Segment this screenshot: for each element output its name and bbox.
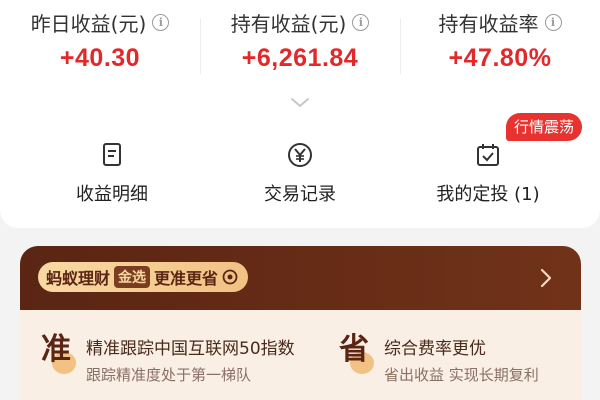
- stat-yesterday-income: 昨日收益(元) i +40.30: [0, 8, 200, 73]
- promo-brand: 蚂蚁理财: [46, 269, 111, 288]
- promo-header: 蚂蚁理财 金选 更准更省: [20, 246, 581, 310]
- stat-holding-rate: 持有收益率 i +47.80%: [400, 8, 600, 73]
- promo-tag: 金选: [114, 266, 151, 288]
- stat-label: 持有收益(元): [230, 11, 347, 36]
- precision-glyph-icon: 准: [41, 332, 71, 367]
- chevron-down-icon[interactable]: [290, 96, 310, 110]
- my-auto-invest-button[interactable]: 我的定投 (1): [388, 140, 588, 206]
- transaction-history-button[interactable]: 交易记录: [200, 140, 400, 206]
- stat-value: +6,261.84: [241, 44, 359, 72]
- feature-subtitle: 跟踪精准度处于第一梯队: [86, 366, 252, 384]
- stat-holding-income: 持有收益(元) i +6,261.84: [200, 8, 400, 73]
- promo-pill: 蚂蚁理财 金选 更准更省: [38, 262, 249, 292]
- income-detail-button[interactable]: 收益明细: [12, 140, 212, 206]
- feature-title: 综合费率更优: [384, 339, 486, 359]
- holdings-card: 昨日收益(元) i +40.30 持有收益(元) i +6,261.84 持有收…: [0, 0, 600, 228]
- action-label: 交易记录: [264, 184, 336, 205]
- document-icon: [103, 143, 121, 166]
- feature-title: 精准跟踪中国互联网50指数: [86, 339, 295, 359]
- stat-value: +47.80%: [448, 44, 552, 72]
- action-label: 收益明细: [76, 184, 148, 205]
- stat-label: 昨日收益(元): [30, 11, 147, 36]
- promo-slogan: 更准更省: [154, 269, 219, 288]
- stat-label: 持有收益率: [438, 11, 539, 36]
- yen-icon: [288, 143, 312, 167]
- info-icon[interactable]: i: [544, 13, 562, 31]
- feature-subtitle: 省出收益 实现长期复利: [384, 366, 539, 384]
- info-icon[interactable]: i: [152, 13, 170, 31]
- stat-value: +40.30: [59, 44, 141, 72]
- target-icon: [222, 269, 238, 285]
- market-status-badge: 行情震荡: [506, 113, 583, 141]
- chevron-right-icon[interactable]: [540, 268, 552, 288]
- info-icon[interactable]: i: [352, 13, 370, 31]
- calendar-icon: [477, 144, 499, 166]
- saving-glyph-icon: 省: [339, 332, 369, 367]
- action-label: 我的定投 (1): [436, 184, 540, 205]
